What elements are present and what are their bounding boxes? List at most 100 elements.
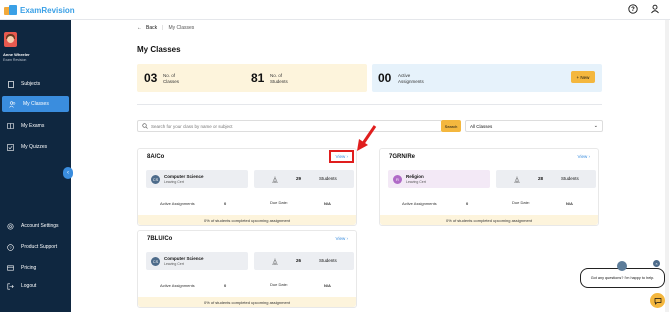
student-icon: ⏅ xyxy=(514,178,521,184)
sidebar-item-label: My Classes xyxy=(23,101,49,107)
subject-level: Leaving Cert xyxy=(406,180,426,184)
help-icon[interactable]: ? xyxy=(628,4,638,14)
main-content: ← Back | My Classes My Classes 03 No. of… xyxy=(71,20,670,312)
assignment-summary: Active Assignments 0 Due Date: N/A xyxy=(146,281,354,289)
view-class-link[interactable]: View › xyxy=(336,236,348,241)
logout-icon xyxy=(7,283,14,290)
users-icon xyxy=(9,100,16,108)
stats-classes-students: 03 No. of Classes 81 No. of Students xyxy=(137,64,367,92)
sidebar-item-account-settings[interactable]: Account Settings xyxy=(0,218,69,234)
student-count: 26 xyxy=(296,258,302,263)
completion-footer: 0% of students completed upcoming assign… xyxy=(138,297,356,307)
class-filter-select[interactable]: All Classes ⌄ xyxy=(465,120,603,132)
sidebar-item-my-classes[interactable]: My Classes xyxy=(2,96,69,112)
user-profile-icon[interactable] xyxy=(650,4,660,14)
class-card: 8A/Co View › CS Computer Science Leaving … xyxy=(137,148,357,226)
students-pill: ⏅ 29 Students xyxy=(254,170,354,188)
search-button[interactable]: Search xyxy=(441,120,461,132)
sidebar-item-subjects[interactable]: Subjects xyxy=(0,76,69,92)
chevron-right-icon: › xyxy=(588,154,591,159)
student-icon: ⏅ xyxy=(272,178,279,184)
svg-text:?: ? xyxy=(631,7,635,13)
logo-text: ExamRevision xyxy=(20,5,75,15)
active-assignments-count: 0 xyxy=(224,201,227,206)
students-pill: ⏅ 28 Students xyxy=(496,170,596,188)
active-assignments-count: 0 xyxy=(224,283,227,288)
students-label: Students xyxy=(561,176,579,181)
student-count: 28 xyxy=(538,176,544,181)
chat-icon xyxy=(654,297,661,305)
subject-pill: R Religion Leaving Cert xyxy=(388,170,490,188)
search-input[interactable]: Search for your class by name or subject xyxy=(137,120,442,132)
assignments-label-line1: Active xyxy=(398,73,411,78)
sidebar-item-pricing[interactable]: Pricing xyxy=(0,260,69,276)
due-date-label: Due Date: xyxy=(270,200,289,205)
due-date-value: N/A xyxy=(324,283,331,288)
back-link[interactable]: Back xyxy=(146,25,157,31)
app-logo[interactable]: ExamRevision xyxy=(4,3,75,17)
help-icon: ? xyxy=(7,243,14,251)
subject-icon: CS xyxy=(151,174,160,184)
students-pill: ⏅ 26 Students xyxy=(254,252,354,270)
sidebar-item-my-quizzes[interactable]: My Quizzes xyxy=(0,139,69,155)
class-name: 8A/Co xyxy=(147,154,165,160)
new-assignment-button[interactable]: + New xyxy=(571,71,595,83)
assignment-summary: Active Assignments 0 Due Date: N/A xyxy=(388,199,596,207)
sidebar-item-product-support[interactable]: ? Product Support xyxy=(0,239,69,255)
gear-icon xyxy=(7,222,14,230)
close-icon[interactable]: × xyxy=(653,260,660,267)
subject-level: Leaving Cert xyxy=(164,262,184,266)
user-name: Anne Wheeler xyxy=(3,52,30,57)
sidebar-item-my-exams[interactable]: My Exams xyxy=(0,118,69,134)
avatar[interactable] xyxy=(4,32,17,47)
annotation-highlight-box xyxy=(329,150,354,163)
classes-label-line2: Classes xyxy=(163,78,180,84)
quiz-icon xyxy=(7,143,14,151)
students-label-line2: Students xyxy=(270,78,288,84)
view-label: View xyxy=(577,154,588,159)
chat-button[interactable] xyxy=(650,293,665,308)
subject-pill: CS Computer Science Leaving Cert xyxy=(146,170,248,188)
breadcrumb-current: My Classes xyxy=(168,25,195,31)
sidebar-item-logout[interactable]: Logout xyxy=(0,278,69,294)
class-name: 7GRN/Re xyxy=(389,154,416,160)
sidebar-item-label: Product Support xyxy=(21,244,58,250)
sidebar-item-label: Logout xyxy=(21,283,37,289)
view-class-link[interactable]: View › xyxy=(578,154,590,159)
logo-icon xyxy=(4,4,18,16)
divider xyxy=(137,104,602,105)
students-label: No. of Students xyxy=(270,73,288,84)
chat-agent-avatar xyxy=(617,261,627,271)
sidebar-item-label: My Quizzes xyxy=(21,144,48,150)
class-filter-value: All Classes xyxy=(470,123,493,129)
sidebar: Anne Wheeler Exam Revision Subjects My C… xyxy=(0,20,71,312)
sidebar-item-label: Subjects xyxy=(21,81,41,87)
scrollbar[interactable] xyxy=(665,20,669,312)
arrow-left-icon[interactable]: ← xyxy=(137,25,142,31)
assignments-label-line2: Assignments xyxy=(398,78,424,84)
classes-label: No. of Classes xyxy=(163,73,179,84)
page-title: My Classes xyxy=(137,45,181,54)
breadcrumb: ← Back | My Classes xyxy=(137,25,194,31)
assignments-label: Active Assignments xyxy=(398,73,424,84)
students-label-line1: No. of xyxy=(270,73,283,78)
active-assignments-count: 0 xyxy=(466,201,469,206)
completion-footer: 0% of students completed upcoming assign… xyxy=(380,215,598,225)
chevron-left-icon: ‹ xyxy=(67,170,69,176)
book-icon xyxy=(7,80,14,88)
breadcrumb-separator: | xyxy=(162,25,164,31)
students-count: 81 xyxy=(251,71,265,85)
students-label: Students xyxy=(319,176,337,181)
sidebar-item-label: Account Settings xyxy=(21,223,59,229)
chat-message: Got any questions? I'm happy to help. xyxy=(590,276,655,280)
assignments-count: 00 xyxy=(378,71,392,85)
annotation-arrow xyxy=(357,125,377,151)
subject-icon: CS xyxy=(151,256,160,266)
chat-prompt[interactable]: Got any questions? I'm happy to help. xyxy=(580,268,665,288)
sidebar-item-label: My Exams xyxy=(21,123,45,129)
svg-text:?: ? xyxy=(9,245,12,250)
user-role: Exam Revision xyxy=(3,58,27,62)
exam-icon xyxy=(7,123,14,130)
student-count: 29 xyxy=(296,176,302,181)
classes-count: 03 xyxy=(144,71,158,85)
